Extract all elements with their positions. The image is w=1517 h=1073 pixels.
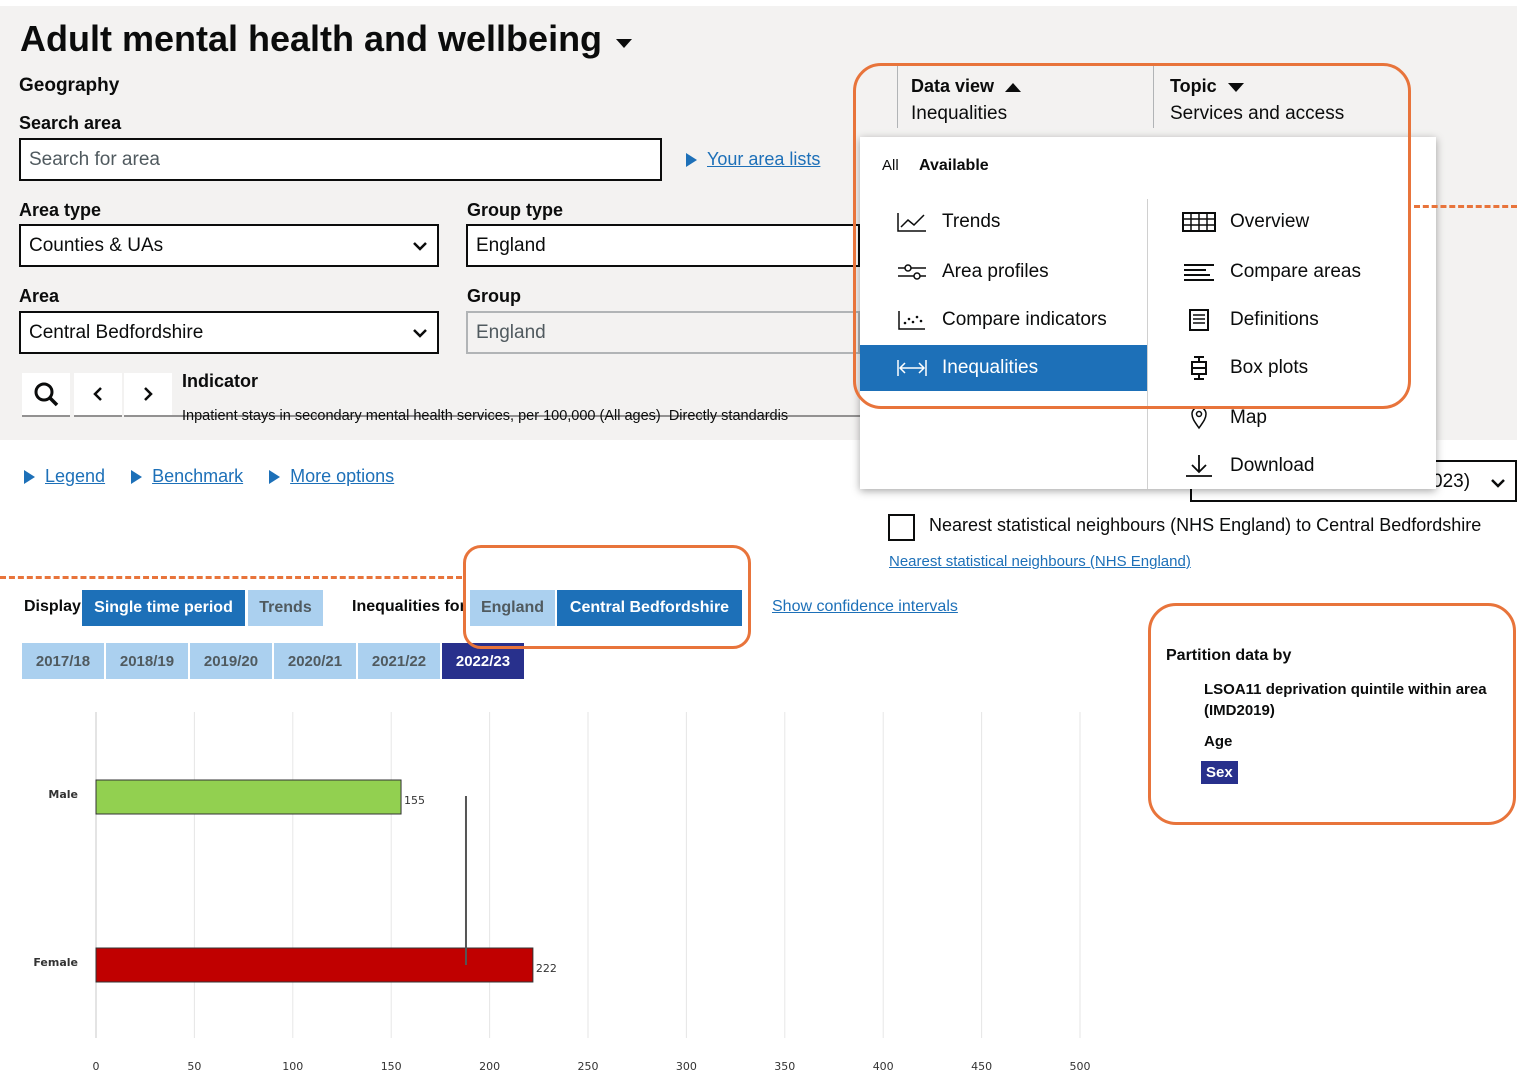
x-tick-label: 450 [971,1060,992,1073]
data-label: 155 [404,794,425,807]
x-tick-label: 0 [93,1060,100,1073]
annotation-connector [1414,205,1517,208]
year-button[interactable]: 2020/21 [274,643,356,679]
time-period-value: 023) [1432,471,1471,492]
show-confidence-intervals-link[interactable]: Show confidence intervals [772,598,958,616]
expand-triangle-icon [686,153,697,168]
indicator-name[interactable]: Inpatient stays in secondary mental heal… [182,408,858,424]
area-value: Central Bedfordshire [29,321,204,343]
caret-down-icon [616,39,633,48]
chevron-down-icon [1491,479,1505,488]
trends-button[interactable]: Trends [248,590,323,626]
geography-heading: Geography [19,75,120,96]
indicator-label: Indicator [182,371,259,391]
legend-toggle[interactable]: Legend [24,466,105,487]
year-button[interactable]: 2018/19 [106,643,188,679]
neighbours-checkbox[interactable] [888,514,915,541]
neighbours-link[interactable]: Nearest statistical neighbours (NHS Engl… [889,553,1191,570]
year-button[interactable]: 2017/18 [22,643,104,679]
top-divider [0,0,1517,6]
download-icon [1186,455,1212,477]
data-label: 222 [536,962,557,975]
inequalities-bar-chart: 0 50 100 150 200 250 300 350 400 450 500 Male 155 Fem… [33,712,1091,1073]
year-button[interactable]: 2021/22 [358,643,440,679]
highlight-inequalities-for [463,545,751,649]
chevron-left-icon [93,387,102,401]
bar-female [95,947,534,983]
x-tick-label: 200 [479,1060,500,1073]
expand-triangle-icon [131,470,143,485]
legend-link[interactable]: Legend [45,466,105,486]
display-label: Display [24,598,81,615]
highlight-data-view-menu [853,63,1411,409]
more-options-link[interactable]: More options [290,466,394,486]
area-type-value: Counties & UAs [29,234,164,256]
more-options-toggle[interactable]: More options [269,466,394,487]
group-value: England [476,321,546,343]
highlight-partition [1148,603,1516,825]
benchmark-toggle[interactable]: Benchmark [131,466,243,487]
x-tick-label: 350 [774,1060,795,1073]
menu-item-label: Map [1230,407,1267,428]
search-input[interactable]: Search for area [19,138,662,181]
chevron-down-icon [413,328,427,338]
pin-icon [1191,406,1207,430]
next-indicator-button[interactable] [124,373,172,417]
area-lists-link[interactable]: Your area lists [707,149,820,169]
expand-triangle-icon [24,470,35,485]
previous-indicator-button[interactable] [74,373,122,417]
area-select[interactable]: Central Bedfordshire [19,311,439,354]
search-icon [34,382,59,407]
area-label: Area [19,286,60,306]
chevron-down-icon [413,241,427,251]
page-title: Adult mental health and wellbeing [20,18,603,59]
menu-item-label: Download [1230,455,1315,476]
year-button[interactable]: 2019/20 [190,643,272,679]
x-tick-label: 100 [282,1060,303,1073]
area-type-select[interactable]: Counties & UAs [19,224,439,267]
annotation-connector [0,576,462,579]
neighbours-label: Nearest statistical neighbours (NHS Engl… [929,515,1482,535]
x-tick-label: 300 [676,1060,697,1073]
area-type-label: Area type [19,200,102,220]
inequalities-for-label: Inequalities for [352,598,466,615]
bar-male [95,779,402,815]
x-tick-label: 250 [578,1060,599,1073]
category-label: Female [33,956,78,969]
x-tick-label: 50 [187,1060,201,1073]
chevron-right-icon [144,387,153,401]
category-label: Male [48,788,78,801]
menu-item-download[interactable]: Download [1182,443,1315,489]
group-type-select[interactable]: England [466,224,860,267]
benchmark-link[interactable]: Benchmark [152,466,243,486]
x-tick-label: 500 [1070,1060,1091,1073]
area-lists-toggle[interactable]: Your area lists [686,149,820,170]
search-button[interactable] [22,373,70,417]
x-tick-label: 150 [381,1060,402,1073]
options-links: Legend Benchmark More options [24,466,394,487]
single-time-period-button[interactable]: Single time period [82,590,245,626]
group-label: Group [467,286,521,306]
group-type-value: England [476,234,546,256]
group-select: England [466,311,860,354]
group-type-label: Group type [467,200,564,220]
expand-triangle-icon [269,470,281,485]
x-tick-label: 400 [873,1060,894,1073]
profile-title-dropdown[interactable]: Adult mental health and wellbeing [20,18,634,60]
search-area-label: Search area [19,113,122,133]
